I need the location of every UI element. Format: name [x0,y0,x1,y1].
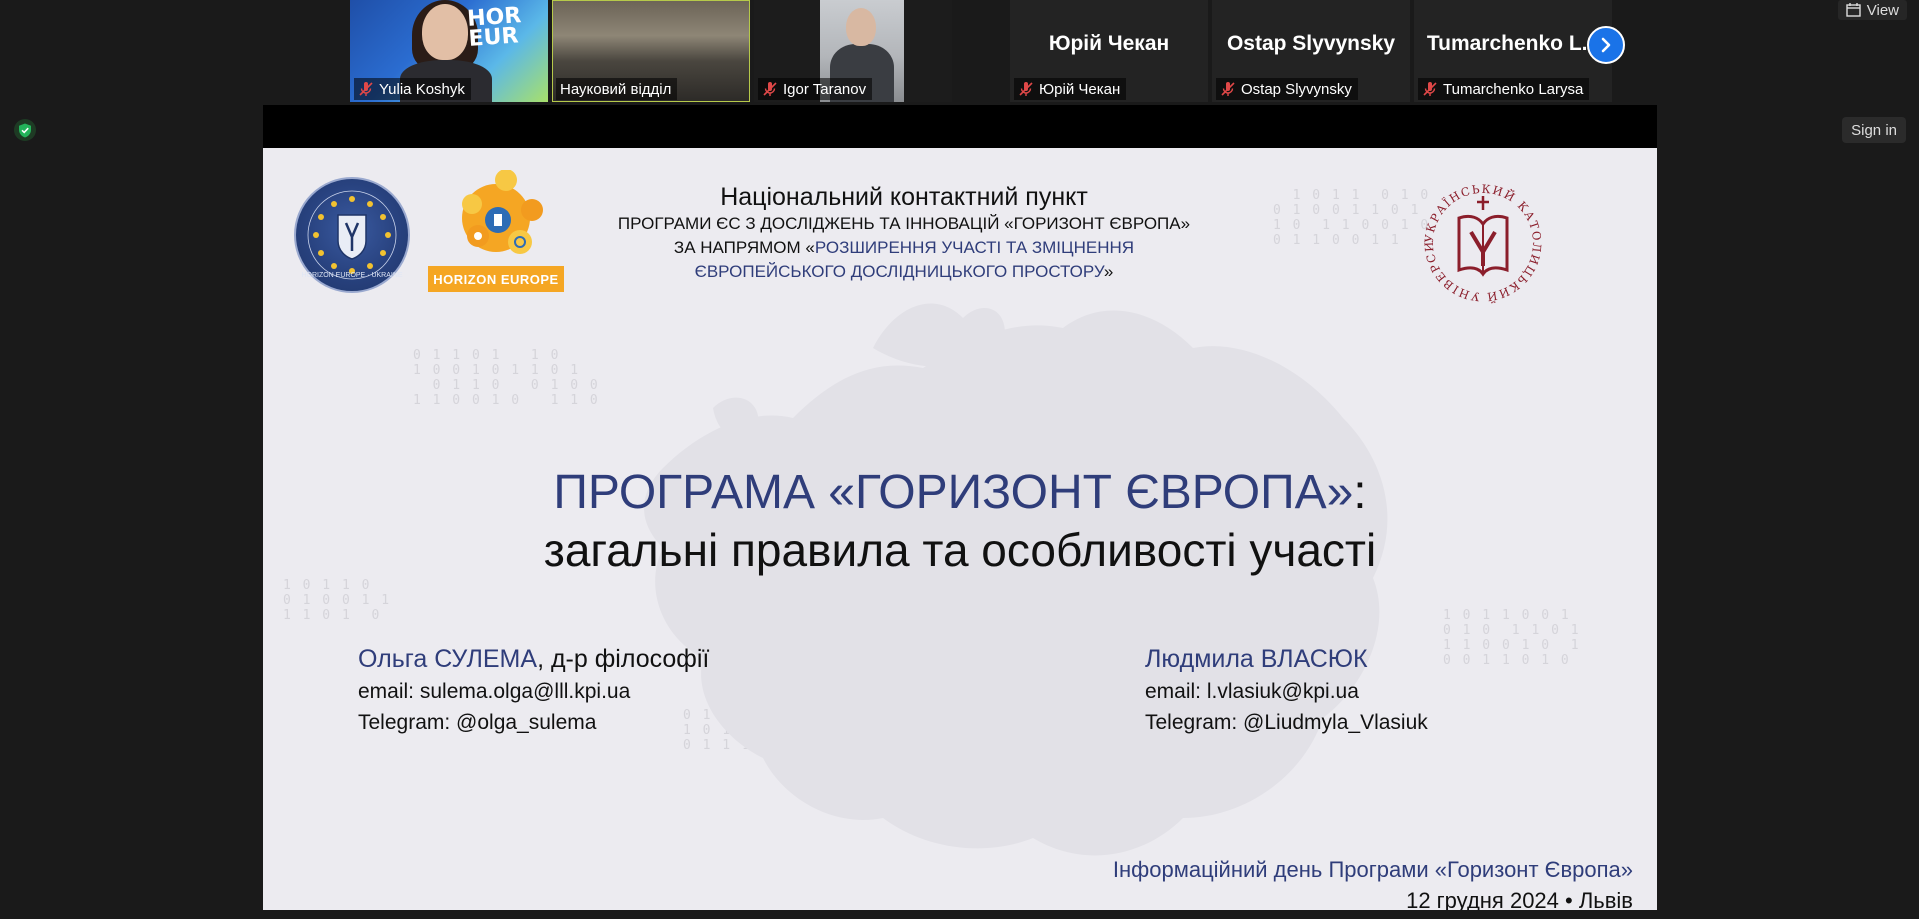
ncp-logo-ring-text: HORIZON EUROPE · UKRAINE [301,272,403,279]
ucu-logo-ring-text: УКРАЇНСЬКИЙ КАТОЛИЦЬКИЙ УНІВЕРСИТЕТ [1415,174,1543,304]
muted-mic-icon [358,81,374,97]
participant-name: Igor Taranov [783,80,867,98]
participant-tile[interactable]: Ostap Slyvynsky Ostap Slyvynsky [1212,0,1410,102]
speaker-1-name: Ольга СУЛЕМА, д-р філософії [358,645,710,673]
speaker-1-email: email: sulema.olga@lll.kpi.ua [358,680,631,703]
muted-mic-icon [1220,81,1236,97]
speaker-1-telegram: Telegram: @olga_sulema [358,711,597,734]
svg-text:УКРАЇНСЬКИЙ КАТОЛИЦЬКИЙ УНІВЕР: УКРАЇНСЬКИЙ КАТОЛИЦЬКИЙ УНІВЕРСИТЕТ [1415,174,1544,304]
event-name: Інформаційний день Програми «Горизонт Єв… [1112,857,1633,882]
slide-title-line-2: загальні правила та особливості участі [543,524,1377,576]
participant-name-label: Ostap Slyvynsky [1216,78,1358,100]
slide-header-line-2: ПРОГРАМИ ЄС З ДОСЛІДЖЕНЬ ТА ІННОВАЦІЙ «Г… [617,214,1191,233]
view-button-label: View [1866,1,1899,19]
participant-name: Yulia Koshyk [379,80,465,98]
muted-mic-icon [1018,81,1034,97]
decorative-binary-pattern: 1 0 1 1 0 0 1 0 1 0 1 1 0 1 1 1 0 0 1 0 … [1443,608,1581,668]
speaker-1-contacts: Ольга СУЛЕМА, д-р філософії email: sulem… [358,642,709,738]
decorative-binary-pattern: 1 0 1 1 0 0 1 0 0 1 1 1 1 0 1 0 [283,578,392,623]
speaker-2-telegram: Telegram: @Liudmyla_Vlasiuk [1145,711,1428,734]
horizon-europe-wordmark: HORIZON EUROPE [428,266,564,292]
ncp-ukraine-logo: HORIZON EUROPE · UKRAINE [294,177,410,293]
participant-name: Tumarchenko Larysa [1443,80,1584,98]
event-date-location: 12 грудня 2024 • Львів [1406,888,1633,910]
participant-display-name: Ostap Slyvynsky [1226,32,1396,55]
sign-in-button[interactable]: Sign in [1842,117,1906,143]
participant-tile-active-speaker[interactable]: Науковий відділ [552,0,750,102]
participant-name-label: Науковий відділ [556,78,678,100]
decorative-binary-pattern: 1 0 1 1 0 1 0 0 1 0 0 1 1 0 1 1 0 1 1 0 … [1273,188,1431,248]
sign-in-label: Sign in [1851,121,1897,139]
slide-title-line-1: ПРОГРАМА «ГОРИЗОНТ ЄВРОПА»: [553,466,1367,519]
participant-display-name: Юрій Чекан [1048,32,1170,55]
participant-name: Науковий відділ [560,80,672,98]
muted-mic-icon [762,81,778,97]
shared-screen-top-bar [263,105,1657,148]
slide-header-line-1: Національний контактний пункт [720,183,1088,211]
slide-header-line-3: ЗА НАПРЯМОМ «РОЗШИРЕННЯ УЧАСТІ ТА ЗМІЦНЕ… [673,238,1135,257]
participant-display-name: Tumarchenko L... [1426,32,1600,55]
participant-tile[interactable]: Юрій Чекан Юрій Чекан [1010,0,1208,102]
participant-name: Юрій Чекан [1039,80,1121,98]
participant-name-label: Tumarchenko Larysa [1418,78,1590,100]
speaker-2-email: email: l.vlasiuk@kpi.ua [1145,680,1359,703]
speaker-2-contacts: Людмила ВЛАСЮК email: l.vlasiuk@kpi.ua T… [1145,642,1428,738]
slide-header-line-4: ЄВРОПЕЙСЬКОГО ДОСЛІДНИЦЬКОГО ПРОСТОРУ» [694,262,1114,281]
participant-name-label: Юрій Чекан [1014,78,1127,100]
view-button[interactable]: View [1837,0,1907,20]
participant-name-label: Yulia Koshyk [354,78,471,100]
participant-name-label: Igor Taranov [758,78,873,100]
zoom-meeting-window: HOR EUR Yulia Koshyk Науковий відділ Igor… [0,0,1919,919]
next-participants-button[interactable] [1587,26,1625,64]
shared-screen-slide: 0 1 1 0 1 1 0 1 0 0 1 0 1 1 0 1 0 1 1 0 … [263,148,1657,910]
participant-tile[interactable]: Tumarchenko L... Tumarchenko Larysa [1414,0,1612,102]
chevron-right-icon [1601,37,1611,53]
speaker-2-name: Людмила ВЛАСЮК [1145,645,1368,673]
slide-footer: Інформаційний день Програми «Горизонт Єв… [1113,854,1633,910]
view-grid-icon [1846,3,1861,17]
participant-name: Ostap Slyvynsky [1241,80,1352,98]
horizon-europe-logo: HORIZON EUROPE [428,170,564,292]
slide-title: ПРОГРАМА «ГОРИЗОНТ ЄВРОПА»: загальні пра… [263,464,1657,578]
participant-strip: HOR EUR Yulia Koshyk Науковий відділ Igor… [350,0,1612,102]
ucu-university-logo: УКРАЇНСЬКИЙ КАТОЛИЦЬКИЙ УНІВЕРСИТЕТ [1415,174,1544,304]
encryption-shield-icon[interactable] [14,119,36,141]
participant-tile[interactable]: HOR EUR Yulia Koshyk [350,0,548,102]
video-background-logo: HOR EUR [466,3,523,52]
participant-tile[interactable]: Igor Taranov [754,0,952,102]
slide-header: Національний контактний пункт ПРОГРАМИ Є… [593,182,1215,284]
muted-mic-icon [1422,81,1438,97]
